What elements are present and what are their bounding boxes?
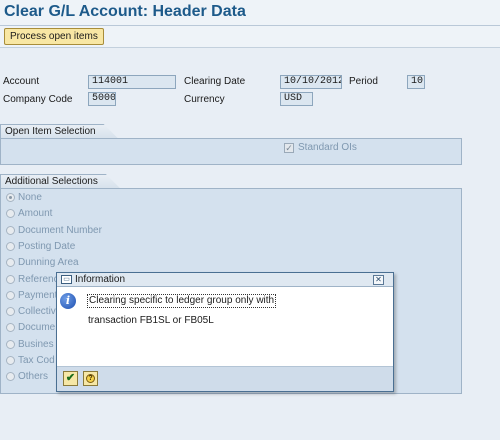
open-item-selection-box bbox=[0, 138, 462, 165]
radio-label: Busines bbox=[18, 338, 54, 350]
dialog-title: Information bbox=[75, 274, 126, 285]
currency-label: Currency bbox=[184, 94, 225, 105]
dialog-message-line1: Clearing specific to ledger group only w… bbox=[87, 294, 277, 308]
radio-button[interactable] bbox=[6, 274, 15, 284]
window-icon: ▭ bbox=[61, 275, 72, 284]
radio-button[interactable] bbox=[6, 241, 15, 251]
radio-button[interactable] bbox=[6, 339, 15, 349]
open-item-selection-title: Open Item Selection bbox=[0, 124, 118, 138]
radio-button[interactable] bbox=[6, 290, 15, 300]
radio-label: Document Number bbox=[18, 224, 102, 236]
radio-button[interactable] bbox=[6, 225, 15, 235]
page-title: Clear G/L Account: Header Data bbox=[4, 3, 246, 20]
radio-label: Docume bbox=[18, 322, 56, 334]
company-code-label: Company Code bbox=[3, 94, 73, 105]
period-field[interactable]: 10 bbox=[407, 75, 425, 89]
clearing-date-label: Clearing Date bbox=[184, 76, 246, 87]
account-field[interactable]: 114001 bbox=[88, 75, 176, 89]
radio-label: None bbox=[18, 192, 42, 203]
info-icon: i bbox=[60, 293, 76, 309]
radio-button[interactable] bbox=[6, 356, 15, 365]
checkmark-icon[interactable]: ✔ bbox=[63, 371, 78, 386]
information-dialog: ▭ Information ✕ i Clearing specific to l… bbox=[56, 272, 394, 392]
process-open-items-button[interactable]: Process open items bbox=[4, 28, 104, 45]
radio-label: Referenc bbox=[18, 273, 59, 285]
radio-button[interactable] bbox=[6, 193, 15, 202]
additional-selections-title: Additional Selections bbox=[0, 174, 120, 188]
standard-ois-label: Standard OIs bbox=[298, 142, 357, 153]
standard-ois-checkbox[interactable]: ✓ bbox=[284, 143, 294, 153]
currency-field[interactable]: USD bbox=[280, 92, 313, 106]
clearing-date-field[interactable]: 10/10/2012 bbox=[280, 75, 342, 89]
dialog-footer: ✔ ? bbox=[57, 366, 393, 391]
radio-label: Payment bbox=[18, 289, 58, 301]
dialog-message-line2: transaction FB1SL or FB05L bbox=[88, 315, 214, 326]
account-label: Account bbox=[3, 76, 40, 87]
company-code-field[interactable]: 5000 bbox=[88, 92, 116, 106]
radio-label: Amount bbox=[18, 208, 53, 220]
radio-label: Others bbox=[18, 371, 49, 383]
radio-label: Dunning Area bbox=[18, 257, 79, 269]
period-label: Period bbox=[349, 76, 378, 87]
radio-label: Collectiv bbox=[18, 306, 56, 318]
help-icon[interactable]: ? bbox=[83, 371, 98, 386]
close-icon[interactable]: ✕ bbox=[373, 275, 384, 285]
radio-label: Posting Date bbox=[18, 240, 76, 252]
radio-label: Tax Cod bbox=[18, 355, 55, 366]
